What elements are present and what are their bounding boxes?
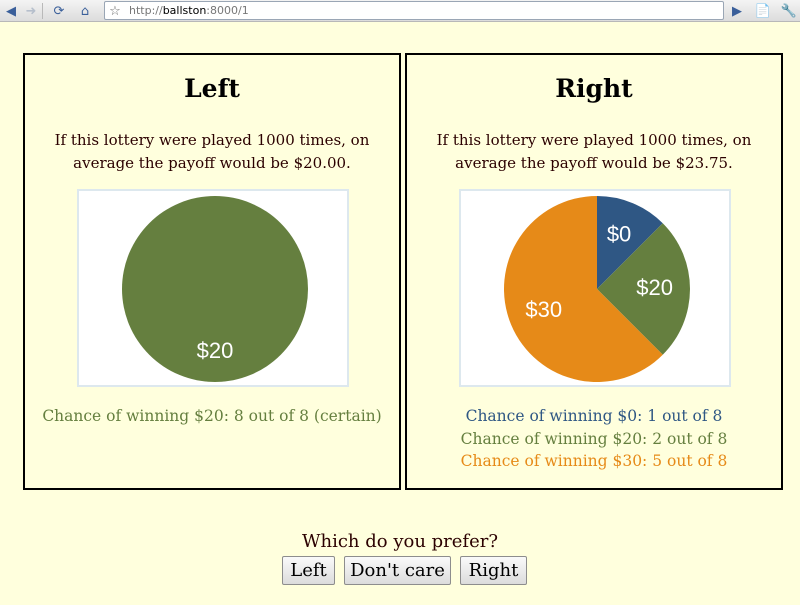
right-pie-label: $30 <box>525 297 562 322</box>
right-chance-line: Chance of winning $30: 5 out of 8 <box>460 452 728 470</box>
go-icon[interactable]: ▶ <box>728 2 746 20</box>
page-menu-icon[interactable]: 📄 <box>752 2 774 20</box>
right-pie-chart: $0 $20 $30 <box>459 189 731 387</box>
toolbar-separator <box>42 3 43 19</box>
browser-toolbar: ◀ ➜ ⟳ ⌂ ☆ http://ballston:8000/1 ▶ 📄 🔧 <box>0 0 800 22</box>
forward-icon[interactable]: ➜ <box>22 2 40 20</box>
back-icon[interactable]: ◀ <box>2 2 20 20</box>
left-description: If this lottery were played 1000 times, … <box>54 131 370 172</box>
left-pie-label: $20 <box>197 338 234 363</box>
right-chance-line: Chance of winning $0: 1 out of 8 <box>465 407 723 425</box>
reload-icon[interactable]: ⟳ <box>50 2 68 20</box>
dont-care-button[interactable]: Don't care <box>344 556 451 585</box>
left-chance-line: Chance of winning $20: 8 out of 8 (certa… <box>42 407 382 425</box>
right-chance-line: Chance of winning $20: 2 out of 8 <box>460 429 728 448</box>
right-pie-label: $0 <box>607 222 631 247</box>
right-pie-svg: $0 $20 $30 <box>504 196 690 382</box>
address-bar[interactable]: ☆ http://ballston:8000/1 <box>104 1 724 20</box>
left-pie-svg: $20 <box>122 196 308 382</box>
home-icon[interactable]: ⌂ <box>76 2 94 20</box>
right-description: If this lottery were played 1000 times, … <box>436 131 752 172</box>
right-title: Right <box>555 74 633 103</box>
wrench-icon[interactable]: 🔧 <box>780 2 798 20</box>
left-button[interactable]: Left <box>282 556 335 585</box>
right-lottery-panel: Right If this lottery were played 1000 t… <box>405 53 783 490</box>
left-lottery-panel: Left If this lottery were played 1000 ti… <box>23 53 401 490</box>
left-pie-chart: $20 <box>77 189 349 387</box>
star-icon[interactable]: ☆ <box>106 2 124 20</box>
right-pie-label: $20 <box>636 275 673 300</box>
left-title: Left <box>184 74 240 103</box>
url-text: http://ballston:8000/1 <box>129 4 249 17</box>
question-text: Which do you prefer? <box>302 531 498 552</box>
right-button[interactable]: Right <box>460 556 527 585</box>
